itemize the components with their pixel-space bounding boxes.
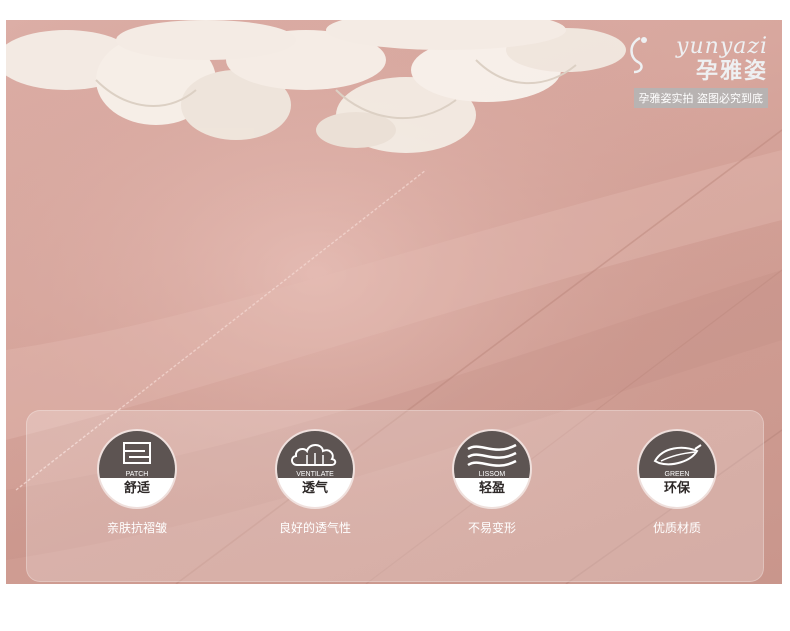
feature-eco: GREEN 环保 优质材质	[597, 431, 757, 536]
feature-tag: PATCH	[125, 471, 149, 478]
feature-name: 环保	[663, 481, 690, 496]
copyright-notice: 孕雅姿实拍 盗图必究到底	[633, 88, 768, 108]
feature-tag: LISSOM	[478, 471, 506, 478]
feature-name: 轻盈	[478, 481, 505, 496]
feature-name: 透气	[301, 481, 328, 496]
feature-badge: PATCH 舒适	[99, 431, 175, 507]
feature-description: 优质材质	[652, 521, 701, 535]
features-panel: PATCH 舒适 亲肤抗褶皱 VENTILATE 透气 良好的透气性 LISSO…	[26, 410, 764, 582]
feature-badge: LISSOM 轻盈	[454, 431, 530, 507]
brand-latin-name: yunyazi	[676, 34, 768, 59]
feature-badge: GREEN 环保	[639, 431, 715, 507]
feature-breathable: VENTILATE 透气 良好的透气性	[235, 431, 395, 536]
fabric-photo: yunyazi 孕雅姿 孕雅姿实拍 盗图必究到底 PATCH 舒适 亲肤抗褶皱	[6, 20, 782, 584]
brand-watermark: yunyazi 孕雅姿 孕雅姿实拍 盗图必究到底	[633, 34, 768, 108]
feature-name: 舒适	[123, 481, 150, 496]
feature-tag: VENTILATE	[296, 471, 334, 478]
brand-chinese-name: 孕雅姿	[695, 59, 768, 84]
feature-lightweight: LISSOM 轻盈 不易变形	[412, 431, 572, 536]
feature-tag: GREEN	[664, 471, 690, 478]
feature-comfort: PATCH 舒适 亲肤抗褶皱	[57, 431, 217, 536]
feature-description: 良好的透气性	[278, 521, 351, 535]
feature-badge: VENTILATE 透气	[277, 431, 353, 507]
feature-description: 亲肤抗褶皱	[106, 521, 167, 535]
feature-description: 不易变形	[467, 521, 516, 535]
